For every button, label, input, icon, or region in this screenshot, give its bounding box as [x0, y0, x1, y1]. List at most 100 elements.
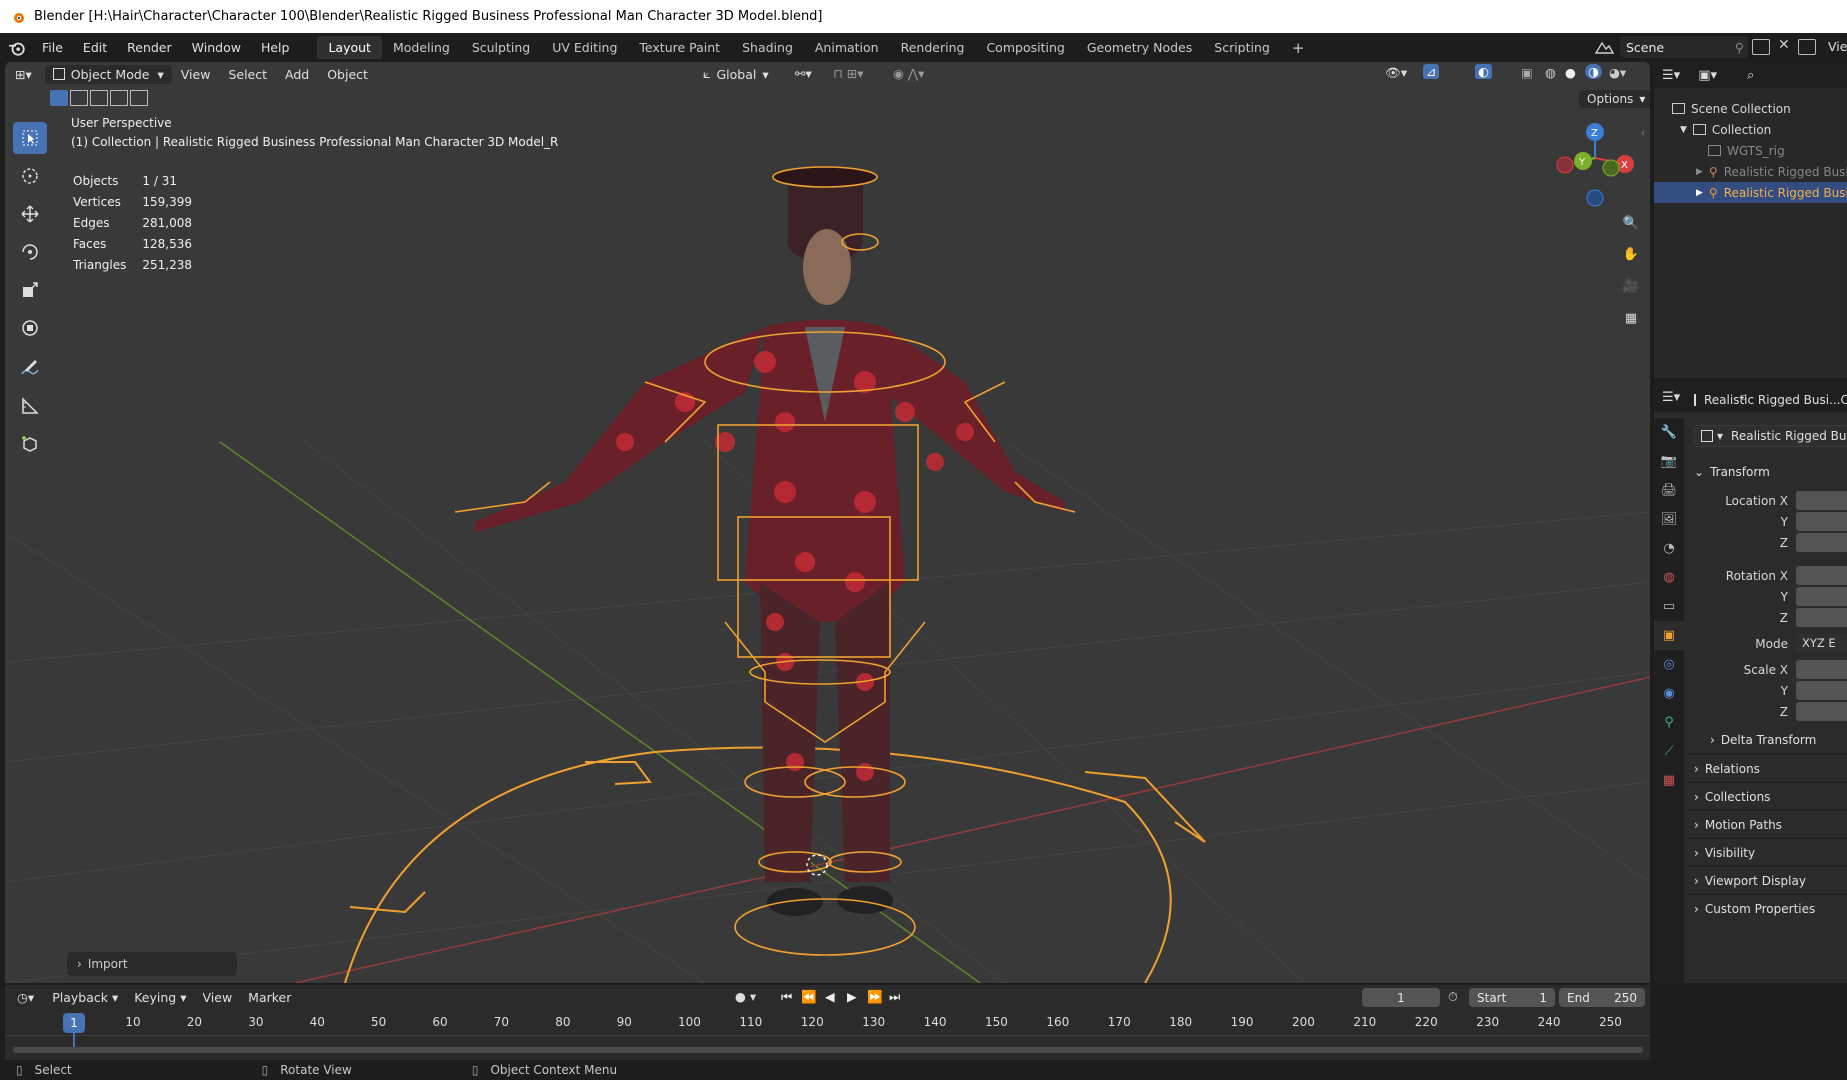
scale-tool[interactable] [13, 274, 47, 306]
move-tool[interactable] [13, 198, 47, 230]
outliner-row-wgts-rig[interactable]: WGTS_rig [1654, 140, 1847, 161]
select-new-icon[interactable] [50, 90, 68, 106]
menu-view[interactable]: View [172, 67, 220, 82]
menu-timeline-view[interactable]: View [195, 990, 241, 1005]
chevron-right-icon[interactable]: ▶ [1696, 188, 1703, 198]
play-icon[interactable]: ▶ [847, 989, 857, 1004]
add-workspace-icon[interactable]: + [1281, 35, 1316, 61]
tab-animation[interactable]: Animation [804, 36, 890, 59]
delete-scene-icon[interactable]: ✕ [1778, 37, 1790, 53]
zoom-icon[interactable]: 🔍 [1617, 209, 1645, 237]
menu-select[interactable]: Select [219, 67, 276, 82]
visibility-icon[interactable]: 👁▾ [1385, 65, 1407, 81]
object-data-selector[interactable]: ▾ Realistic Rigged Bus... [1694, 425, 1847, 447]
modifier-tab-icon[interactable]: ◎ [1654, 650, 1684, 679]
world-tab-icon[interactable]: ◍ [1654, 563, 1684, 592]
tab-scripting[interactable]: Scripting [1203, 36, 1281, 59]
viewport-display-panel[interactable]: › Viewport Display [1684, 866, 1847, 894]
rotate-tool[interactable] [13, 236, 47, 268]
outliner-row-scene-collection[interactable]: Scene Collection [1654, 98, 1847, 119]
pan-hand-icon[interactable]: ✋ [1617, 240, 1645, 268]
timeline-scrollbar[interactable] [13, 1047, 1643, 1053]
outliner-row-object[interactable]: ▶ ⚲ Realistic Rigged Busi [1654, 161, 1847, 182]
record-icon[interactable]: ● ▾ [735, 989, 756, 1004]
3d-viewport[interactable]: Z X Y ⊞▾ Object Mode ▾ View Select Add O… [5, 62, 1650, 983]
rotation-z-field[interactable] [1796, 608, 1847, 627]
new-scene-icon[interactable] [1752, 39, 1770, 55]
mode-selector[interactable]: Object Mode ▾ [44, 64, 172, 84]
xray-icon[interactable]: ▣ [1521, 65, 1533, 80]
last-operator-panel[interactable]: › Import [67, 952, 237, 976]
display-mode-icon[interactable]: ▣▾ [1698, 68, 1717, 83]
object-tab-icon[interactable]: ▣ [1654, 621, 1684, 650]
transform-tool[interactable] [13, 312, 47, 344]
tab-shading[interactable]: Shading [731, 36, 804, 59]
outliner-type-icon[interactable]: ☰▾ [1662, 68, 1680, 83]
visibility-panel[interactable]: › Visibility [1684, 838, 1847, 866]
outliner-row-collection[interactable]: ▼ Collection [1654, 119, 1847, 140]
jump-end-icon[interactable]: ⏭ [889, 989, 900, 1005]
select-invert-icon[interactable] [110, 90, 128, 106]
tab-uv-editing[interactable]: UV Editing [541, 36, 628, 59]
scale-x-field[interactable] [1796, 660, 1847, 679]
pivot-icon[interactable]: ⚯▾ [795, 66, 812, 81]
snap-icon[interactable]: ⊓ ⊞▾ [833, 66, 863, 81]
relations-panel[interactable]: › Relations [1684, 754, 1847, 782]
location-y-field[interactable] [1796, 512, 1847, 531]
annotate-tool[interactable] [13, 352, 47, 384]
texture-tab-icon[interactable]: ▦ [1654, 766, 1684, 795]
render-tab-icon[interactable]: 📷 [1654, 447, 1684, 476]
play-reverse-icon[interactable]: ◀ [825, 989, 835, 1004]
menu-add[interactable]: Add [276, 67, 318, 82]
location-x-field[interactable] [1796, 491, 1847, 510]
cursor-tool[interactable] [13, 160, 47, 192]
tab-modeling[interactable]: Modeling [382, 36, 461, 59]
chevron-right-icon[interactable]: ▶ [1696, 167, 1703, 177]
overlay-toggle-icon[interactable]: ◐ [1475, 64, 1492, 79]
blender-menu-icon[interactable] [8, 39, 26, 57]
custom-properties-panel[interactable]: › Custom Properties [1684, 894, 1847, 922]
properties-type-icon[interactable]: ☰▾ [1662, 390, 1680, 405]
menu-object[interactable]: Object [318, 67, 377, 82]
end-frame-field[interactable]: End 250 [1559, 988, 1645, 1007]
rotation-x-field[interactable] [1796, 566, 1847, 585]
constraint-tab-icon[interactable]: ⚲ [1654, 708, 1684, 737]
scale-z-field[interactable] [1796, 702, 1847, 721]
scene-name-field[interactable]: Scene ⚲ [1620, 36, 1748, 58]
select-subtract-icon[interactable] [90, 90, 108, 106]
tab-layout[interactable]: Layout [317, 36, 382, 59]
proportional-edit-icon[interactable]: ◉ ⋀▾ [893, 66, 924, 81]
collections-panel[interactable]: › Collections [1684, 782, 1847, 810]
chevron-down-icon[interactable]: ▼ [1680, 125, 1687, 135]
playhead[interactable]: 1 [63, 1013, 85, 1033]
rotation-y-field[interactable] [1796, 587, 1847, 606]
select-box-tool[interactable] [13, 122, 47, 154]
menu-render[interactable]: Render [117, 40, 182, 55]
tab-rendering[interactable]: Rendering [890, 36, 976, 59]
menu-file[interactable]: File [32, 40, 73, 55]
measure-tool[interactable] [13, 390, 47, 422]
shading-wireframe-icon[interactable]: ◍ [1545, 65, 1556, 80]
shading-rendered-icon[interactable]: ◕▾ [1609, 65, 1626, 80]
select-intersect-icon[interactable] [130, 90, 148, 106]
motion-paths-panel[interactable]: › Motion Paths [1684, 810, 1847, 838]
sidebar-toggle-icon[interactable]: ‹ [1641, 128, 1645, 139]
scene-selector-icon[interactable] [1592, 39, 1616, 57]
shading-material-icon[interactable]: ◑ [1585, 64, 1602, 79]
tab-geometry-nodes[interactable]: Geometry Nodes [1076, 36, 1203, 59]
view-layer-icon[interactable] [1798, 39, 1816, 55]
gizmo-toggle-icon[interactable]: ⊿ [1423, 64, 1440, 79]
menu-window[interactable]: Window [182, 40, 251, 55]
options-dropdown[interactable]: Options ▾ [1579, 90, 1650, 108]
view-layer-tab-icon[interactable]: 🖼 [1654, 505, 1684, 534]
current-frame-field[interactable]: 1 [1362, 988, 1440, 1007]
stopwatch-icon[interactable]: ⏱ [1448, 989, 1458, 1005]
collection-tab-icon[interactable]: ▭ [1654, 592, 1684, 621]
pin-icon[interactable]: ⚲ [1735, 40, 1744, 55]
menu-playback[interactable]: Playback ▾ [44, 990, 126, 1005]
outliner-row-object-selected[interactable]: ▶ ⚲ Realistic Rigged Busi [1654, 182, 1847, 203]
shading-solid-icon[interactable]: ● [1565, 65, 1576, 80]
rotation-mode-select[interactable]: XYZ E [1796, 634, 1847, 653]
camera-view-icon[interactable]: 🎥 [1617, 272, 1645, 300]
ortho-grid-icon[interactable]: ▦ [1617, 304, 1645, 332]
